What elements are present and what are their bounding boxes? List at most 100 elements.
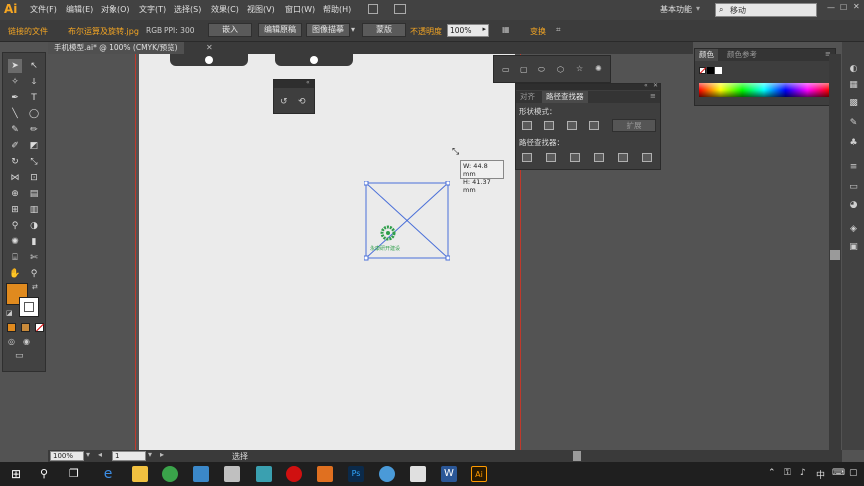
search-icon[interactable]: ⚲ xyxy=(40,467,48,480)
arrange-docs-icon[interactable] xyxy=(394,4,406,14)
chevron-down-icon[interactable]: ▾ xyxy=(351,25,355,34)
crop-icon[interactable] xyxy=(594,153,604,162)
flare-tool-icon[interactable]: ✺ xyxy=(595,64,602,73)
zoom-field[interactable]: 100% xyxy=(50,451,84,461)
pencil-tool-icon[interactable]: ✏ xyxy=(27,123,41,137)
ime-icon[interactable]: 中 xyxy=(816,468,825,481)
app-icon[interactable] xyxy=(224,466,240,482)
collapse-icon[interactable]: « xyxy=(306,79,310,86)
transform-link[interactable]: 变换 xyxy=(530,26,546,37)
blend-tool-icon[interactable]: ◑ xyxy=(27,219,41,233)
trim-icon[interactable] xyxy=(546,153,556,162)
zoom-tool-icon[interactable]: ⚲ xyxy=(27,267,41,281)
gradient-icon[interactable]: ▭ xyxy=(848,182,859,193)
isolate-icon[interactable]: ⌗ xyxy=(556,25,561,35)
draw-mode-icon[interactable]: ◎ xyxy=(8,337,15,346)
chevron-down-icon[interactable]: ▾ xyxy=(86,450,90,459)
gradient-tool-icon[interactable]: ▥ xyxy=(27,203,41,217)
rotate-ccw-icon[interactable]: ↺ xyxy=(280,97,288,107)
menu-help[interactable]: 帮助(H) xyxy=(323,4,351,15)
line-tool-icon[interactable]: ╲ xyxy=(8,107,22,121)
horizontal-scroll-thumb[interactable] xyxy=(573,451,581,461)
minus-front-icon[interactable] xyxy=(544,121,554,130)
close-icon[interactable]: ✕ xyxy=(853,2,860,11)
image-trace-button[interactable]: 图像描摹 xyxy=(306,23,350,37)
edge-browser-icon[interactable]: e xyxy=(100,466,116,482)
workspace-switcher[interactable]: 基本功能 xyxy=(660,4,692,15)
width-tool-icon[interactable]: ⋈ xyxy=(8,171,22,185)
gradient-mode-button[interactable] xyxy=(21,323,30,332)
task-view-icon[interactable]: ❐ xyxy=(69,467,79,480)
divide-icon[interactable] xyxy=(522,153,532,162)
mesh-tool-icon[interactable]: ⊞ xyxy=(8,203,22,217)
artboard-tool-icon[interactable]: ⌸ xyxy=(8,251,22,265)
color-spectrum[interactable] xyxy=(699,83,829,97)
star-tool-icon[interactable]: ☆ xyxy=(576,64,583,73)
hand-tool-icon[interactable]: ✋ xyxy=(8,267,22,281)
stroke-icon[interactable]: ≡ xyxy=(848,162,859,173)
chevron-up-icon[interactable]: ⌃ xyxy=(768,468,776,478)
menu-type[interactable]: 文字(T) xyxy=(139,4,166,15)
column-graph-tool-icon[interactable]: ▮ xyxy=(27,235,41,249)
powerpoint-icon[interactable] xyxy=(317,466,333,482)
expand-button[interactable]: 扩展 xyxy=(612,119,656,132)
menu-effect[interactable]: 效果(C) xyxy=(211,4,239,15)
file-explorer-icon[interactable] xyxy=(132,466,148,482)
search-input[interactable]: 移动 xyxy=(730,5,746,16)
opacity-field[interactable]: 100% ▸ xyxy=(447,24,489,37)
notification-icon[interactable]: ▢ xyxy=(849,468,858,478)
close-icon[interactable]: ✕ xyxy=(206,43,213,52)
chevron-down-icon[interactable]: ▾ xyxy=(148,450,152,459)
network-icon[interactable]: ⚿ xyxy=(784,468,791,478)
shape-builder-tool-icon[interactable]: ⊕ xyxy=(8,187,22,201)
artboard-number-field[interactable]: 1 xyxy=(112,451,146,461)
tab-color-guide[interactable]: 颜色参考 xyxy=(723,49,761,61)
lasso-tool-icon[interactable]: ↆ xyxy=(27,75,41,89)
menu-window[interactable]: 窗口(W) xyxy=(285,4,315,15)
screen-mode-icon[interactable]: ▭ xyxy=(15,351,24,361)
default-colors-icon[interactable]: ◪ xyxy=(6,309,13,317)
file-name-link[interactable]: 布尔运算及旋转.jpg xyxy=(68,26,139,37)
white-swatch[interactable] xyxy=(715,67,722,74)
layers-icon[interactable]: ◈ xyxy=(848,224,859,235)
transparency-icon[interactable]: ◕ xyxy=(848,200,859,211)
rectangle-tool-icon[interactable]: ▭ xyxy=(502,65,510,74)
scale-tool-icon[interactable]: ⤡ xyxy=(27,155,41,169)
none-mode-button[interactable] xyxy=(35,323,44,332)
menu-edit[interactable]: 编辑(E) xyxy=(66,4,93,15)
volume-icon[interactable]: ♪ xyxy=(800,468,806,478)
reflect-icon[interactable]: ⟲ xyxy=(298,97,306,107)
menu-select[interactable]: 选择(S) xyxy=(174,4,201,15)
magic-wand-tool-icon[interactable]: ✧ xyxy=(8,75,22,89)
windows-start-icon[interactable]: ⊞ xyxy=(11,467,21,481)
pen-tool-icon[interactable]: ✒ xyxy=(8,91,22,105)
opacity-link[interactable]: 不透明度 xyxy=(410,26,442,37)
swap-fill-stroke-icon[interactable]: ⇄ xyxy=(32,283,38,291)
chevron-down-icon[interactable]: ▾ xyxy=(696,4,700,13)
minus-back-icon[interactable] xyxy=(642,153,652,162)
panel-menu-icon[interactable]: ≡ xyxy=(650,92,656,100)
keyboard-icon[interactable]: ⌨ xyxy=(832,468,845,478)
swatches-icon[interactable]: ▩ xyxy=(848,98,859,109)
symbols-icon[interactable]: ♣ xyxy=(848,138,859,149)
recorder-icon[interactable] xyxy=(286,466,302,482)
calculator-icon[interactable] xyxy=(256,466,272,482)
illustrator-icon[interactable]: Ai xyxy=(471,466,487,482)
eraser-tool-icon[interactable]: ◩ xyxy=(27,139,41,153)
chevron-right-icon[interactable]: ▸ xyxy=(482,25,486,33)
slice-tool-icon[interactable]: ✄ xyxy=(27,251,41,265)
last-artboard-icon[interactable]: ▸ xyxy=(160,450,164,459)
embed-button[interactable]: 嵌入 xyxy=(208,23,252,37)
menu-object[interactable]: 对象(O) xyxy=(101,4,130,15)
none-swatch[interactable] xyxy=(699,67,707,74)
linked-file-link[interactable]: 链接的文件 xyxy=(8,26,48,37)
notepad-icon[interactable] xyxy=(410,466,426,482)
outline-icon[interactable] xyxy=(618,153,628,162)
photoshop-icon[interactable]: Ps xyxy=(348,466,364,482)
paintbrush-tool-icon[interactable]: ✎ xyxy=(8,123,22,137)
ellipse-tool-icon[interactable]: ⬭ xyxy=(538,65,545,75)
app-icon[interactable] xyxy=(379,466,395,482)
word-icon[interactable]: W xyxy=(441,466,457,482)
search-box[interactable]: ⌕ 移动 xyxy=(715,3,817,17)
rounded-rectangle-tool-icon[interactable]: ▢ xyxy=(520,65,528,74)
